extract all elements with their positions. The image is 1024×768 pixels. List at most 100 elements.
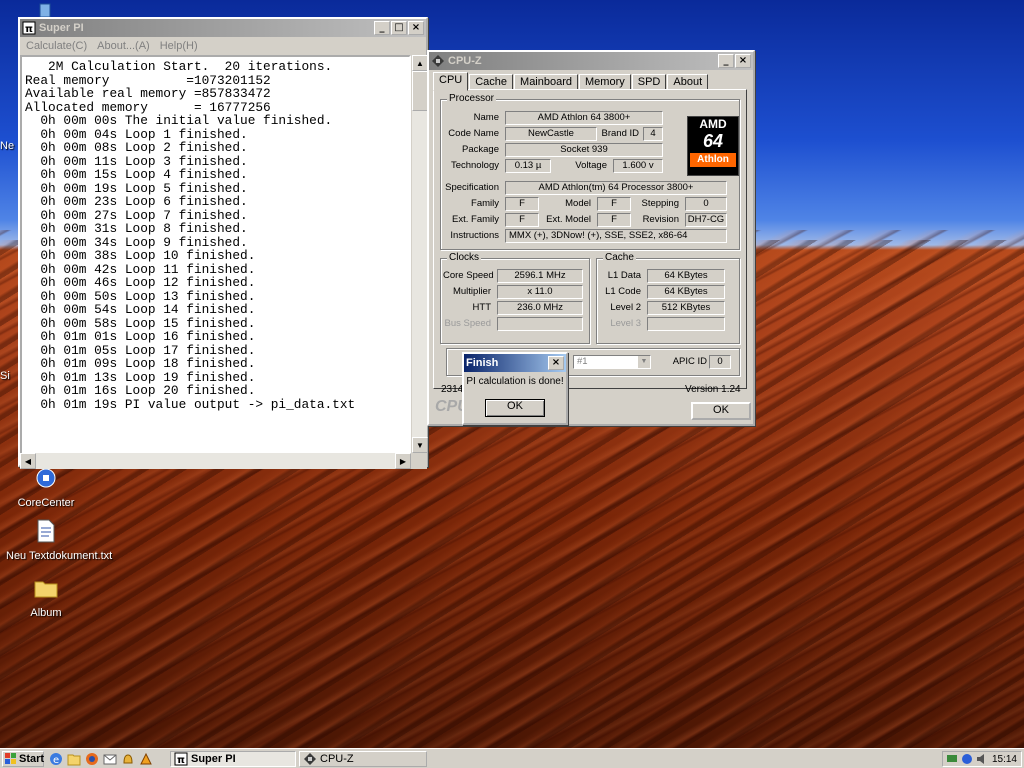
cpuz-title: CPU-Z — [448, 55, 482, 67]
multiplier-value: x 11.0 — [497, 285, 583, 299]
clocks-group: Clocks Core Speed 2596.1 MHz Multiplier … — [440, 252, 590, 344]
firefox-quicklaunch-icon[interactable] — [84, 751, 100, 767]
tab-cache[interactable]: Cache — [469, 74, 514, 90]
desktop-icon-si[interactable]: Si — [0, 370, 20, 382]
svg-text:π: π — [177, 755, 185, 766]
family-value: F — [505, 197, 539, 211]
desktop-icon-ne[interactable]: Ne — [0, 140, 20, 152]
desktop-icon-corecenter[interactable]: CoreCenter — [6, 462, 86, 509]
close-button[interactable]: × — [548, 356, 564, 370]
processor-selection-dropdown[interactable]: #1 ▼ — [573, 355, 651, 369]
desktop-icon-textfile[interactable]: Neu Textdokument.txt — [6, 515, 112, 562]
technology-value: 0.13 µ — [505, 159, 551, 173]
apicid-value: 0 — [709, 355, 731, 369]
cpuz-version: Version 1.24 — [685, 384, 741, 395]
tab-cpu[interactable]: CPU — [433, 72, 469, 91]
desktop-icon-label: Si — [0, 370, 10, 382]
scroll-thumb[interactable] — [412, 71, 428, 111]
l1code-label: L1 Code — [605, 286, 641, 297]
minimize-button[interactable]: _ — [718, 54, 734, 68]
chevron-down-icon[interactable]: ▼ — [638, 356, 650, 368]
athlon-logo-text: Athlon — [690, 153, 736, 167]
level2-label: Level 2 — [610, 302, 641, 313]
network-tray-icon[interactable] — [946, 753, 958, 765]
tab-spd[interactable]: SPD — [631, 74, 667, 90]
stepping-value: 0 — [685, 197, 727, 211]
extmodel-label: Ext. Model — [546, 214, 591, 225]
explorer-quicklaunch-icon[interactable] — [66, 751, 82, 767]
amd-logo-text: AMD — [699, 117, 727, 131]
tab-mainboard[interactable]: Mainboard — [514, 74, 579, 90]
amd-athlon64-logo: AMD 64 Athlon — [687, 116, 739, 176]
model-value: F — [597, 197, 631, 211]
ie-quicklaunch-icon[interactable]: e — [48, 751, 64, 767]
corespeed-label: Core Speed — [443, 270, 494, 281]
menu-help[interactable]: Help(H) — [160, 40, 198, 52]
model-label: Model — [565, 198, 591, 209]
tab-about[interactable]: About — [667, 74, 709, 90]
desktop-icon-label: Neu Textdokument.txt — [6, 550, 113, 562]
processor-group: Processor Name AMD Athlon 64 3800+ Code … — [440, 93, 740, 250]
tab-memory[interactable]: Memory — [579, 74, 631, 90]
busspeed-label: Bus Speed — [444, 318, 491, 329]
horizontal-scrollbar[interactable]: ◀ ▶ — [20, 453, 411, 469]
taskbar-item-label: Super PI — [191, 753, 236, 765]
stepping-label: Stepping — [641, 198, 679, 209]
app-quicklaunch-icon[interactable] — [138, 751, 154, 767]
finish-dialog: Finish × PI calculation is done! OK — [462, 352, 568, 425]
maximize-button[interactable]: □ — [391, 21, 407, 35]
menu-calculate[interactable]: Calculate(C) — [26, 40, 87, 52]
apicid-label: APIC ID — [672, 356, 707, 367]
codename-label: Code Name — [448, 128, 499, 139]
scroll-down-button[interactable]: ▼ — [412, 437, 428, 453]
cache-group-title: Cache — [603, 252, 636, 263]
brandid-value: 4 — [643, 127, 663, 141]
finish-titlebar[interactable]: Finish × — [464, 354, 566, 372]
superpi-titlebar[interactable]: π Super PI _ □ × — [20, 19, 426, 37]
voltage-label: Voltage — [575, 160, 607, 171]
finish-ok-button[interactable]: OK — [485, 399, 545, 417]
finish-message: PI calculation is done! — [466, 376, 564, 387]
desktop-icon-album[interactable]: Album — [6, 572, 86, 619]
tray-app-icon[interactable] — [961, 753, 973, 765]
busspeed-value — [497, 317, 583, 331]
revision-value: DH7-CG — [685, 213, 727, 227]
cpu-name-value: AMD Athlon 64 3800+ — [505, 111, 663, 125]
desktop-icon-label: Album — [30, 607, 62, 619]
processor-selection-value: #1 — [577, 356, 588, 367]
taskbar: Start e π Super PI CPU-Z 15:14 — [0, 748, 1024, 768]
scroll-right-button[interactable]: ▶ — [395, 453, 411, 469]
cpuz-ok-button[interactable]: OK — [691, 402, 751, 420]
superpi-task-icon: π — [174, 752, 188, 766]
cpuz-titlebar[interactable]: CPU-Z _ × — [429, 52, 753, 70]
desktop-icon-label: Ne — [0, 140, 15, 152]
l1data-label: L1 Data — [607, 270, 641, 281]
superpi-output[interactable]: 2M Calculation Start. 20 iterations. Rea… — [20, 55, 411, 469]
specification-value: AMD Athlon(tm) 64 Processor 3800+ — [505, 181, 727, 195]
taskbar-item-superpi[interactable]: π Super PI — [170, 751, 296, 767]
name-label: Name — [473, 112, 499, 123]
menu-about[interactable]: About...(A) — [97, 40, 150, 52]
start-button[interactable]: Start — [2, 751, 44, 767]
svg-text:π: π — [25, 24, 33, 35]
size-grip[interactable] — [411, 453, 427, 469]
system-tray: 15:14 — [942, 751, 1022, 767]
codename-value: NewCastle — [505, 127, 597, 141]
scroll-up-button[interactable]: ▲ — [412, 55, 428, 71]
minimize-button[interactable]: _ — [374, 21, 390, 35]
bell-quicklaunch-icon[interactable] — [120, 751, 136, 767]
clocks-group-title: Clocks — [447, 252, 482, 263]
scroll-left-button[interactable]: ◀ — [20, 453, 36, 469]
mail-quicklaunch-icon[interactable] — [102, 751, 118, 767]
taskbar-item-cpuz[interactable]: CPU-Z — [299, 751, 427, 767]
vertical-scrollbar[interactable]: ▲ ▼ — [411, 55, 428, 453]
cpu-tab-pane: Processor Name AMD Athlon 64 3800+ Code … — [433, 89, 747, 389]
windows-logo-icon — [5, 753, 17, 765]
cpuz-app-icon — [431, 54, 445, 68]
start-label: Start — [19, 753, 45, 765]
text-file-icon — [30, 515, 62, 547]
volume-tray-icon[interactable] — [976, 753, 988, 765]
close-button[interactable]: × — [735, 54, 751, 68]
close-button[interactable]: × — [408, 21, 424, 35]
system-clock[interactable]: 15:14 — [992, 754, 1017, 765]
